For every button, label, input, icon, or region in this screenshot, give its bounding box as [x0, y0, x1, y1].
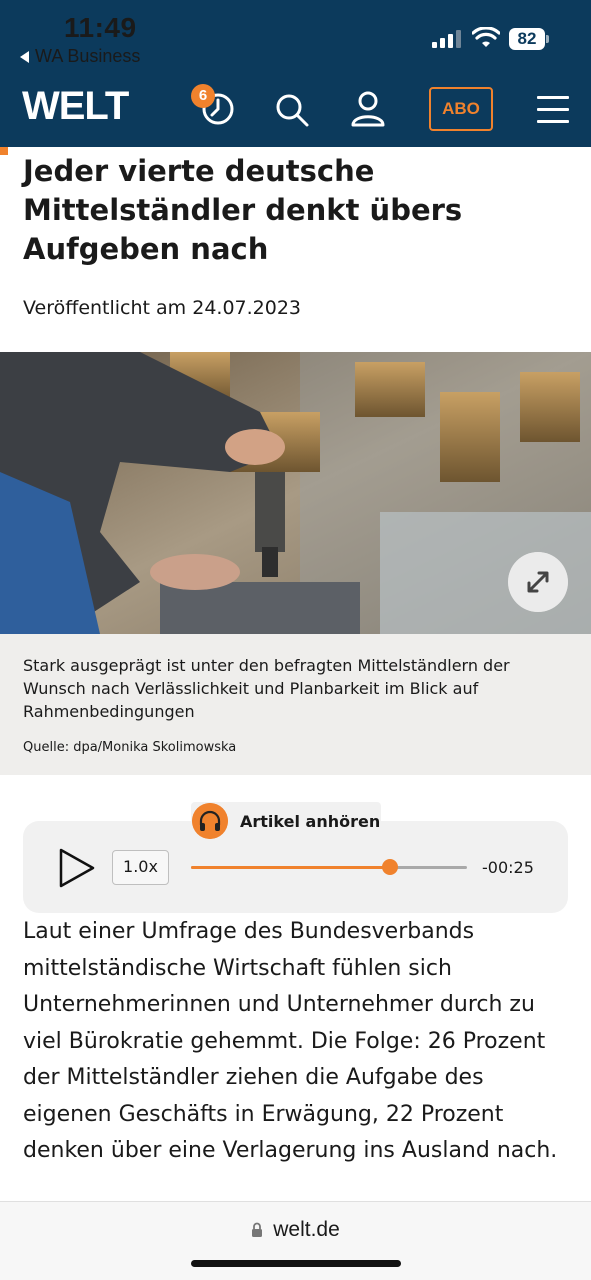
headphones-icon — [192, 803, 228, 839]
back-app-label: WA Business — [35, 46, 141, 66]
play-icon[interactable] — [55, 846, 99, 890]
cellular-signal-icon — [432, 30, 461, 48]
drill-press-photo — [0, 352, 591, 634]
lock-icon — [252, 1222, 263, 1237]
article-body: Laut einer Umfrage des Bundesverbands mi… — [23, 919, 558, 1163]
search-icon[interactable] — [274, 92, 310, 128]
wifi-icon — [472, 27, 500, 47]
account-icon[interactable] — [350, 90, 386, 128]
back-to-app-link[interactable]: WA Business — [20, 46, 140, 67]
published-date: Veröffentlicht am 24.07.2023 — [23, 297, 302, 319]
article-image[interactable] — [0, 352, 591, 634]
back-arrow-icon — [20, 50, 29, 63]
home-indicator[interactable] — [191, 1260, 401, 1267]
accent-mark — [0, 147, 8, 155]
image-caption: Stark ausgeprägt ist unter den befragten… — [23, 656, 510, 721]
image-source: Quelle: dpa/Monika Skolimowska — [23, 740, 237, 755]
abo-button[interactable]: ABO — [429, 87, 493, 131]
expand-image-icon[interactable] — [508, 552, 568, 612]
article-headline: Jeder vierte deutsche Mittelständler den… — [23, 154, 463, 266]
audio-progress-knob[interactable] — [381, 859, 398, 875]
url-text: welt.de — [273, 1218, 340, 1241]
listen-label[interactable]: Artikel anhören — [240, 812, 380, 831]
welt-logo[interactable]: WELT — [22, 84, 129, 129]
playback-speed-button[interactable]: 1.0x — [112, 850, 169, 885]
status-time: 11:49 — [64, 12, 137, 43]
battery-nub — [546, 35, 549, 43]
audio-progress-fill — [191, 866, 390, 869]
url-display[interactable]: welt.de — [0, 1218, 591, 1242]
menu-icon[interactable] — [537, 96, 569, 124]
time-remaining: -00:25 — [482, 858, 534, 877]
history-badge: 6 — [191, 84, 215, 108]
battery-indicator: 82 — [509, 28, 545, 50]
audio-progress-bar[interactable] — [191, 859, 467, 875]
